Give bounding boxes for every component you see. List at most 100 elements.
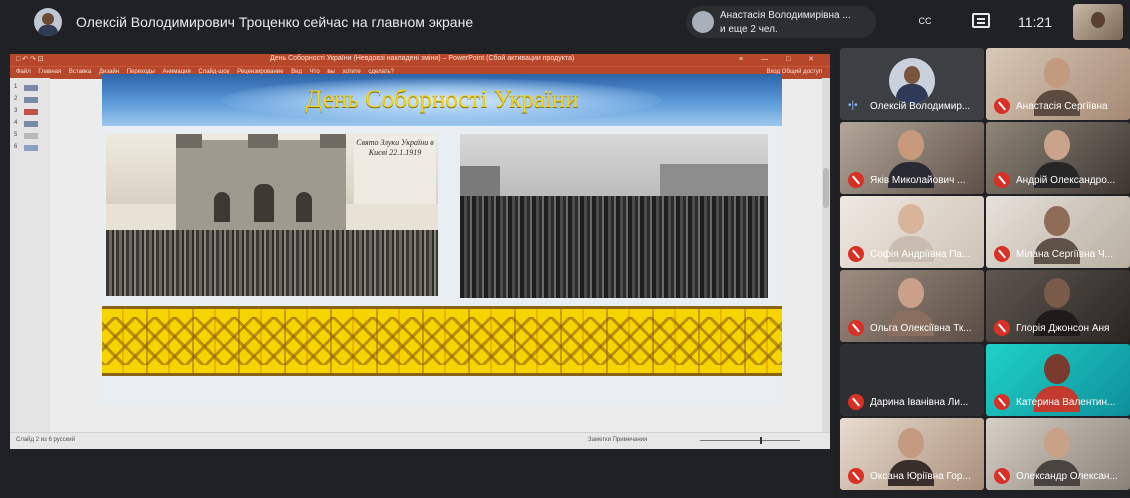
participant-tile[interactable]: Андрій Олександро... [986, 122, 1130, 194]
meet-top-bar: Олексій Володимирович Троценко сейчас на… [0, 0, 1130, 44]
participant-face [898, 278, 924, 308]
speaking-indicator-icon: •|• [848, 100, 858, 111]
participant-face [1044, 428, 1070, 458]
clock: 11:21 [1018, 14, 1052, 30]
slide-thumbnail[interactable]: 3 [14, 108, 44, 116]
participant-tile[interactable]: Катерина Валентин... [986, 344, 1130, 416]
slide-thumbnail[interactable]: 2 [14, 96, 44, 104]
participant-tile[interactable]: Глорія Джонсон Аня [986, 270, 1130, 342]
church-window [254, 184, 274, 222]
thumbnail-number: 4 [14, 120, 18, 126]
status-slide-info: Слайд 2 из 6 русский [16, 437, 75, 443]
mic-muted-icon [848, 320, 864, 336]
self-view-face [1091, 12, 1105, 28]
mic-muted-icon [848, 394, 864, 410]
ppt-title-text: День Соборності України (Невдовзі наклад… [270, 55, 575, 62]
others-name: Анастасія Володимирівна ... [720, 10, 851, 21]
historic-photo-square [460, 134, 768, 298]
thumbnail-number: 2 [14, 96, 18, 102]
church-dome [320, 134, 346, 148]
participant-name: Катерина Валентин... [1016, 397, 1116, 408]
chat-icon[interactable] [972, 13, 990, 28]
participant-face [1044, 206, 1070, 236]
mic-muted-icon [848, 468, 864, 484]
participant-name: Олександр Олексан... [1016, 471, 1118, 482]
participant-tile[interactable]: Олександр Олексан... [986, 418, 1130, 490]
participant-tile[interactable]: Мілана Сергіївна Ч... [986, 196, 1130, 268]
mic-muted-icon [994, 98, 1010, 114]
slide-title: День Соборності України [305, 86, 579, 113]
participant-name: Оксана Юріївна Гор... [870, 471, 971, 482]
participant-tile[interactable]: Анастасія Сергіївна [986, 48, 1130, 120]
participant-name: Софія Андріївна Па... [870, 249, 971, 260]
powerpoint-window: □ ↶ ↷ ⊡ День Соборності України (Невдовз… [10, 54, 830, 449]
self-view-thumbnail[interactable] [1073, 4, 1123, 40]
participant-face [1044, 130, 1070, 160]
participant-name: Глорія Джонсон Аня [1016, 323, 1110, 334]
historic-photo-church: Свято Злуки України в Києві 22.1.1919 [106, 134, 438, 296]
church-window [296, 192, 312, 222]
presenting-status-text: Олексій Володимирович Троценко сейчас на… [76, 14, 474, 30]
others-more: и еще 2 чел. [720, 24, 778, 35]
participant-tile[interactable]: •|• Олексій Володимир... [840, 48, 984, 120]
ppt-title-bar: □ ↶ ↷ ⊡ День Соборності України (Невдовз… [10, 54, 830, 66]
participant-face [1044, 278, 1070, 308]
church-dome [176, 134, 202, 148]
ornament-pattern [102, 317, 782, 365]
participant-tile[interactable]: Дарина Іванівна Ли... [840, 344, 984, 416]
mic-muted-icon [848, 172, 864, 188]
ppt-status-bar: Слайд 2 из 6 русский Заметки Примечания [10, 432, 830, 449]
participant-face [898, 130, 924, 160]
slide-thumbnail[interactable]: 6 [14, 144, 44, 152]
photo-crowd [106, 230, 438, 296]
mic-muted-icon [848, 246, 864, 262]
ppt-window-controls[interactable]: ≡ — □ ✕ [739, 55, 822, 63]
church-dome [248, 134, 278, 148]
participant-name: Олексій Володимир... [870, 101, 971, 112]
participant-name: Яків Миколайович ... [870, 175, 966, 186]
participant-tile[interactable]: Софія Андріївна Па... [840, 196, 984, 268]
status-notes-comments[interactable]: Заметки Примечания [588, 437, 647, 443]
mic-muted-icon [994, 394, 1010, 410]
participant-name: Мілана Сергіївна Ч... [1016, 249, 1113, 260]
slide-thumbnail[interactable]: 4 [14, 120, 44, 128]
scrollbar-thumb[interactable] [823, 168, 829, 208]
participant-tile[interactable]: Ольга Олексіївна Тк... [840, 270, 984, 342]
avatar-body [38, 25, 58, 36]
presenter-avatar [34, 8, 62, 36]
avatar-head [42, 13, 54, 25]
thumbnail-number: 6 [14, 144, 18, 150]
participant-face [898, 204, 924, 234]
participants-grid: •|• Олексій Володимир... Анастасія Сергі… [838, 44, 1130, 498]
participant-tile[interactable]: Оксана Юріївна Гор... [840, 418, 984, 490]
participant-tile[interactable]: Яків Миколайович ... [840, 122, 984, 194]
participant-avatar [889, 58, 935, 104]
slide-thumbnails-pane: 1 2 3 4 5 6 [10, 78, 50, 432]
participant-name: Дарина Іванівна Ли... [870, 397, 969, 408]
photo-crowd [460, 196, 768, 298]
participant-name: Андрій Олександро... [1016, 175, 1116, 186]
captions-icon[interactable]: CC [912, 10, 938, 32]
participant-name: Ольга Олексіївна Тк... [870, 323, 972, 334]
mic-muted-icon [994, 246, 1010, 262]
slide-thumbnail[interactable]: 5 [14, 132, 44, 140]
thumbnail-number: 1 [14, 84, 18, 90]
embroidery-ornament-band [102, 306, 782, 376]
others-presenting-pill[interactable]: Анастасія Володимирівна ... и еще 2 чел. [686, 6, 876, 38]
thumbnail-number: 3 [14, 108, 18, 114]
participant-name: Анастасія Сергіївна [1016, 101, 1108, 112]
thumbnail-number: 5 [14, 132, 18, 138]
avatar-head [904, 66, 920, 84]
mic-muted-icon [994, 320, 1010, 336]
others-avatar [692, 11, 714, 33]
zoom-slider[interactable] [700, 437, 800, 444]
slide-thumbnail[interactable]: 1 [14, 84, 44, 92]
church-window [214, 192, 230, 222]
participant-face [1044, 58, 1070, 88]
mic-muted-icon [994, 172, 1010, 188]
ppt-quick-access[interactable]: □ ↶ ↷ ⊡ [16, 55, 44, 63]
participant-face [898, 428, 924, 458]
photo-handwritten-note: Свято Злуки України в Києві 22.1.1919 [354, 136, 436, 204]
current-slide: День Соборності України Свято Злуки Укра… [102, 74, 782, 404]
slide-scrollbar[interactable] [822, 78, 830, 432]
